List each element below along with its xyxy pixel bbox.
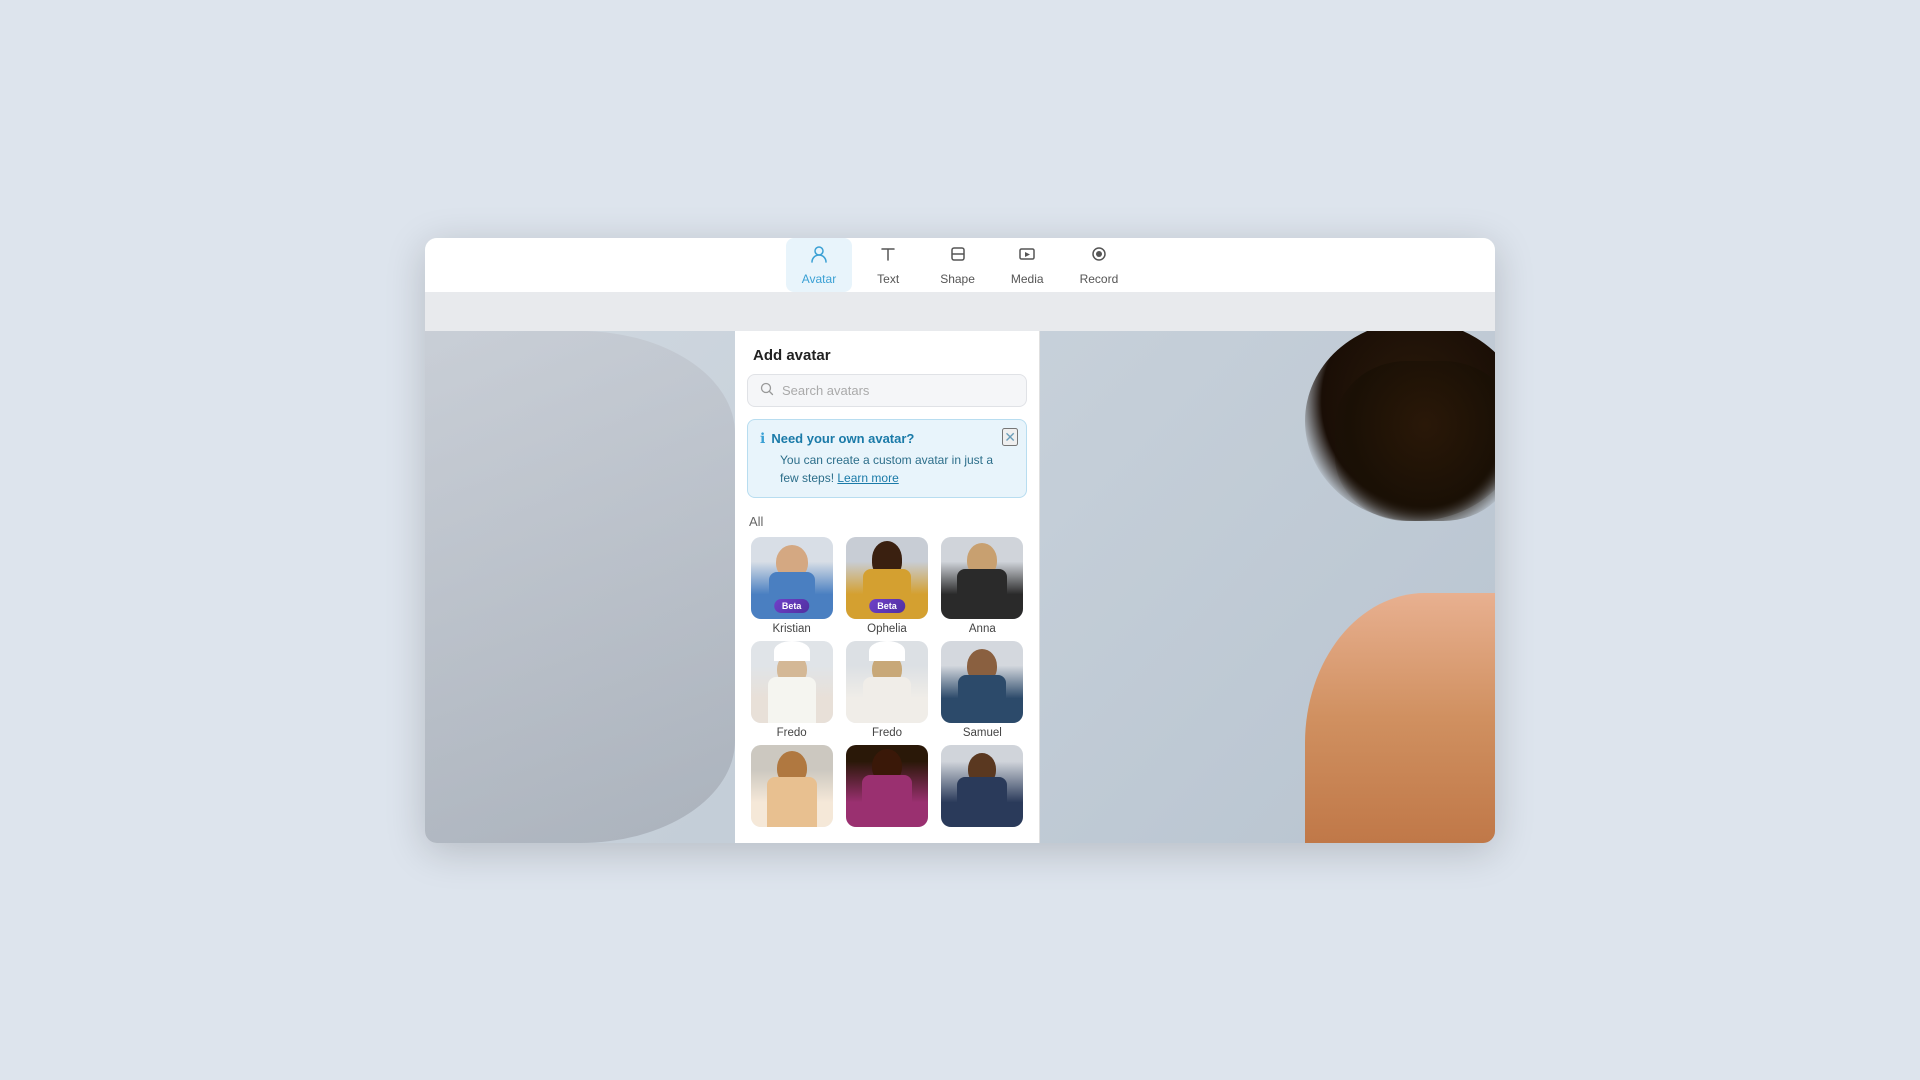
avatar-img-woman1 <box>751 745 833 827</box>
tab-shape-label: Shape <box>940 272 975 286</box>
avatar-item-woman2[interactable] <box>842 745 931 831</box>
avatar-name-ophelia: Ophelia <box>867 623 907 635</box>
media-icon <box>1017 244 1037 269</box>
avatar-name-anna: Anna <box>969 623 996 635</box>
search-icon <box>760 382 774 399</box>
panel-title: Add avatar <box>735 331 1039 374</box>
avatar-figure-woman2 <box>846 745 928 827</box>
avatar-item-ophelia[interactable]: Beta Ophelia <box>842 537 931 635</box>
sub-toolbar <box>425 293 1495 331</box>
info-banner-header: ℹ Need your own avatar? <box>760 430 1014 447</box>
tab-avatar-label: Avatar <box>802 272 836 286</box>
avatar-img-anna <box>941 537 1023 619</box>
toolbar: Avatar Text Shape <box>425 238 1495 293</box>
avatar-figure-fredo2 <box>846 641 928 723</box>
main-content: Add avatar ✕ ℹ Need your own avatar? <box>425 331 1495 843</box>
avatar-grid: Beta Kristian Beta Ophelia <box>735 537 1039 831</box>
avatar-figure-woman3 <box>941 745 1023 827</box>
tab-record-label: Record <box>1080 272 1119 286</box>
tab-media-label: Media <box>1011 272 1044 286</box>
info-banner-close[interactable]: ✕ <box>1002 428 1018 446</box>
tab-avatar[interactable]: Avatar <box>786 238 852 292</box>
avatar-name-fredo1: Fredo <box>777 727 807 739</box>
app-window: Avatar Text Shape <box>425 238 1495 843</box>
learn-more-link[interactable]: Learn more <box>837 471 898 485</box>
record-icon <box>1089 244 1109 269</box>
text-icon <box>878 244 898 269</box>
avatar-name-samuel: Samuel <box>963 727 1002 739</box>
avatar-figure-samuel <box>941 641 1023 723</box>
avatar-icon <box>809 244 829 269</box>
avatar-item-woman1[interactable] <box>747 745 836 831</box>
info-banner-text: You can create a custom avatar in just a… <box>760 451 1014 487</box>
beta-badge-ophelia: Beta <box>869 599 905 613</box>
avatar-figure-anna <box>941 537 1023 619</box>
search-input[interactable] <box>782 383 1014 398</box>
avatar-panel: Add avatar ✕ ℹ Need your own avatar? <box>735 331 1040 843</box>
avatar-item-woman3[interactable] <box>938 745 1027 831</box>
avatar-img-ophelia: Beta <box>846 537 928 619</box>
section-label: All <box>735 510 1039 537</box>
info-banner: ✕ ℹ Need your own avatar? You can create… <box>747 419 1027 498</box>
info-banner-title: Need your own avatar? <box>771 431 914 446</box>
avatar-img-woman3 <box>941 745 1023 827</box>
avatar-item-fredo1[interactable]: Fredo <box>747 641 836 739</box>
avatar-item-samuel[interactable]: Samuel <box>938 641 1027 739</box>
avatar-item-fredo2[interactable]: Fredo <box>842 641 931 739</box>
search-box[interactable] <box>747 374 1027 407</box>
avatar-item-kristian[interactable]: Beta Kristian <box>747 537 836 635</box>
chef-hat-fredo1 <box>774 641 810 661</box>
tab-record[interactable]: Record <box>1064 238 1135 292</box>
avatar-img-woman2 <box>846 745 928 827</box>
avatar-name-fredo2: Fredo <box>872 727 902 739</box>
tab-shape[interactable]: Shape <box>924 238 991 292</box>
avatar-figure-fredo1 <box>751 641 833 723</box>
beta-badge-kristian: Beta <box>774 599 810 613</box>
info-icon: ℹ <box>760 430 765 447</box>
toolbar-tabs: Avatar Text Shape <box>786 238 1135 292</box>
shape-icon <box>948 244 968 269</box>
tab-text[interactable]: Text <box>856 238 920 292</box>
avatar-item-anna[interactable]: Anna <box>938 537 1027 635</box>
tab-text-label: Text <box>877 272 899 286</box>
avatar-name-kristian: Kristian <box>772 623 810 635</box>
avatar-img-samuel <box>941 641 1023 723</box>
avatar-img-kristian: Beta <box>751 537 833 619</box>
avatar-figure-woman1 <box>751 745 833 827</box>
tab-media[interactable]: Media <box>995 238 1060 292</box>
avatar-img-fredo1 <box>751 641 833 723</box>
chef-hat-fredo2 <box>869 641 905 661</box>
avatar-img-fredo2 <box>846 641 928 723</box>
